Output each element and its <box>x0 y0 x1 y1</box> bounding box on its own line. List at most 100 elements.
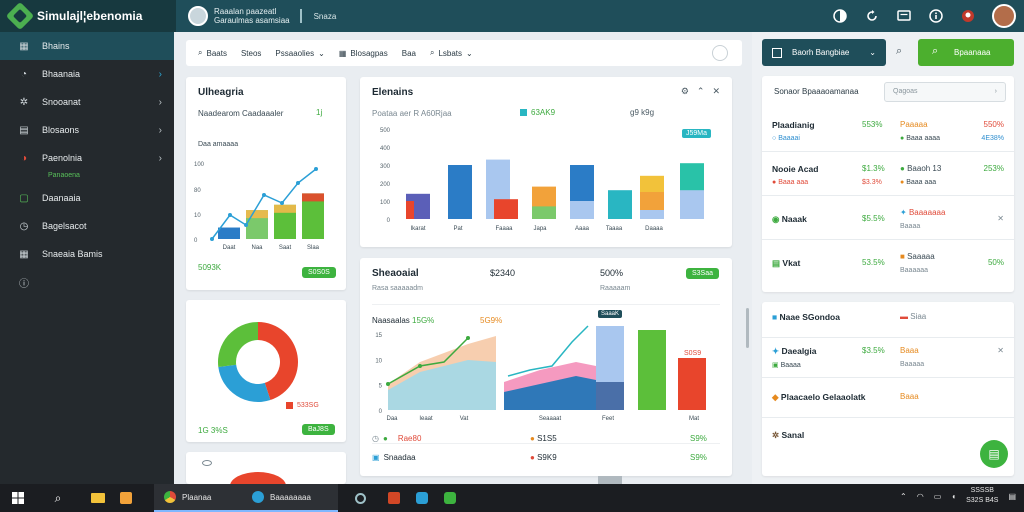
toolbar-search-button[interactable] <box>712 45 728 61</box>
y-tick-label: 100 <box>194 162 205 168</box>
windows-start-icon[interactable] <box>4 484 32 512</box>
status-badge[interactable]: BaJ8S <box>302 424 335 435</box>
toolbar-item-blocks[interactable]: ▦ Blosagpas <box>339 49 388 58</box>
table-cell: ● S1S5 <box>530 434 557 443</box>
trend-point <box>228 213 232 217</box>
battery-icon[interactable]: ▭ <box>934 492 942 501</box>
search-input[interactable]: Qagoas › <box>884 82 1006 102</box>
list-item[interactable]: ■ Naae SGondoa ▬ Siaa <box>762 302 1014 338</box>
sidebar-item-dashboard[interactable]: ▦ Bhains <box>0 32 174 60</box>
search-icon: ⌕ <box>198 48 203 57</box>
message-icon[interactable] <box>896 8 912 24</box>
bar <box>640 210 664 219</box>
status-badge[interactable]: S3Saa <box>686 268 720 279</box>
search-button[interactable]: ⌕ Bpaanaaa <box>918 39 1014 66</box>
folder-icon[interactable] <box>84 484 112 512</box>
office-icon[interactable] <box>380 484 408 512</box>
sidebar-item-analytics[interactable]: ◑ Paenolnia › <box>0 144 174 172</box>
user-info[interactable]: Raaalan paazeatl Garaulmas asamsiaa Snaz… <box>188 6 336 26</box>
clock-icon: ◷ <box>19 220 29 232</box>
status-badge[interactable]: S0S0S <box>302 267 336 278</box>
list-item[interactable]: ✲ Sanal <box>762 418 1014 458</box>
dropdown-button[interactable]: Baorh Bangbiae ⌄ <box>762 39 886 66</box>
document-icon: ▤ <box>19 124 29 136</box>
profile-avatar[interactable] <box>992 4 1016 28</box>
scrollbar-handle[interactable] <box>746 308 749 348</box>
bar-cap <box>302 193 324 202</box>
donut-slice <box>218 322 258 368</box>
toolbar-item-baa[interactable]: Baa <box>402 49 416 58</box>
minimize-icon[interactable]: ⌃ <box>697 86 705 97</box>
sidebar-item-tables[interactable]: ▦ Snaeaia Bamis <box>0 240 174 268</box>
right-list-card: Sonaor Bpaaaoamanaa Qagoas › Plaadianig ○… <box>762 76 1014 292</box>
settings-icon[interactable]: ⚙ <box>681 86 689 97</box>
card-subtitle: Poataa aer R A60Rjaa <box>372 109 452 118</box>
right-list-card-2: ■ Naae SGondoa ▬ Siaa ✦ Daealgia ▣ Baaaa… <box>762 302 1014 476</box>
circle-app-icon[interactable] <box>346 484 374 512</box>
toolbar-item-search[interactable]: ⌕ Baats <box>198 48 227 58</box>
list-item[interactable]: ◉ Naaak $5.5% ✦ Baaaaaaa Baaaa ✕ <box>762 200 1014 240</box>
trend-point <box>386 382 390 386</box>
network-icon[interactable]: ◠ <box>917 492 924 501</box>
edge-icon[interactable] <box>436 484 464 512</box>
sidebar-item-label: Snaeaia Bamis <box>42 249 103 259</box>
sidebar-item-reports[interactable]: ▤ Blosaons › <box>0 116 174 144</box>
card-subtitle: Naadearom Caadaaaler <box>198 109 284 118</box>
legend-item: 63AK9 <box>520 108 555 117</box>
stat-sub: Raaaaam <box>600 285 631 292</box>
user-avatar[interactable] <box>188 6 208 26</box>
taskbar-app-browser[interactable]: Plaanaa <box>154 484 242 512</box>
scrollbar-handle[interactable] <box>598 476 622 484</box>
notification-center-icon[interactable]: ▤ <box>1008 492 1016 501</box>
brand[interactable]: Simulajl¦ebenomia <box>0 0 176 32</box>
top-bar: Simulajl¦ebenomia Raaalan paazeatl Garau… <box>0 0 1024 32</box>
list-item[interactable]: ✦ Daealgia ▣ Baaaa $3.5% Baaa Baaaaa ✕ <box>762 338 1014 378</box>
list-item[interactable]: ◆ Plaacaelo Gelaaolatk Baaa <box>762 378 1014 418</box>
toolbar-item-lists[interactable]: ⌕ Lsbats ⌄ <box>430 48 473 58</box>
x-tick-label: Faaaa <box>495 226 513 232</box>
notification-icon[interactable] <box>960 8 976 24</box>
skype-icon[interactable] <box>408 484 436 512</box>
sidebar-subitem[interactable]: Panaoena <box>0 172 174 184</box>
card-title: Sheaoaial <box>372 268 419 279</box>
list-item[interactable]: Plaadianig ○ Baaaai 553% Paaaaa ● Baaa a… <box>762 112 1014 152</box>
chevron-right-icon: › <box>158 124 162 136</box>
sidebar-item-data[interactable]: ▢ Daanaaia <box>0 184 174 212</box>
list-item[interactable]: Nooie Acad ● Baaa aaa $1.3% $3.3% ● Baao… <box>762 156 1014 196</box>
store-icon[interactable] <box>112 484 140 512</box>
search-label: Sonaor Bpaaaoamanaa <box>774 87 859 96</box>
divider <box>372 304 720 305</box>
search-icon[interactable]: ⌕ <box>896 45 902 58</box>
fab-add-button[interactable]: ▤ <box>980 440 1008 468</box>
x-tick-label: Aaaa <box>575 226 590 232</box>
chevron-up-icon[interactable]: ⌃ <box>900 492 907 501</box>
table-row[interactable]: ▣ Snaadaa <box>372 453 416 462</box>
search-icon: ⌕ <box>429 48 435 57</box>
sidebar-item-label: Bhains <box>42 41 70 51</box>
tag-badge: SaaaK <box>598 310 623 318</box>
chat-icon[interactable] <box>202 460 212 466</box>
clock[interactable]: SSSSB S32S B4S <box>966 486 998 506</box>
sidebar-item-users[interactable]: ◔ Bhaanaia › <box>0 60 174 88</box>
theme-icon[interactable] <box>832 8 848 24</box>
toolbar-item-policies[interactable]: Pssaaolies ⌄ <box>275 49 324 58</box>
x-tick-label: Taaaa <box>606 226 623 232</box>
sidebar-item-settings[interactable]: ✲ Snooanat › <box>0 88 174 116</box>
info-icon[interactable] <box>928 8 944 24</box>
volume-icon[interactable]: ◖ <box>951 492 956 501</box>
sidebar-item-info[interactable]: ⓘ <box>0 268 174 296</box>
sidebar-item-budget[interactable]: ◷ Bagelsacot <box>0 212 174 240</box>
table-cell: S9% <box>690 434 707 443</box>
taskbar-app-second[interactable]: Baaaaaaaa <box>242 484 338 512</box>
y-tick-label: 15 <box>375 333 382 339</box>
close-icon[interactable]: ✕ <box>712 86 720 97</box>
toolbar-item-steps[interactable]: Steos <box>241 49 261 58</box>
person-icon: ◔ <box>20 68 28 80</box>
table-row[interactable]: ◷ ● Rae80 <box>372 434 421 443</box>
status-text: Snaza <box>313 11 337 21</box>
search-icon[interactable]: ⌕ <box>44 484 72 512</box>
list-item[interactable]: ▤ Vkat 53.5% ■ Saaaaa Baaaaaa 50% <box>762 244 1014 284</box>
refresh-icon[interactable] <box>864 8 880 24</box>
chart-bar-trend: 0 10 80 100 Daat Naa Saat Slaa <box>194 162 324 251</box>
app-title: Simulajl¦ebenomia <box>37 9 143 23</box>
